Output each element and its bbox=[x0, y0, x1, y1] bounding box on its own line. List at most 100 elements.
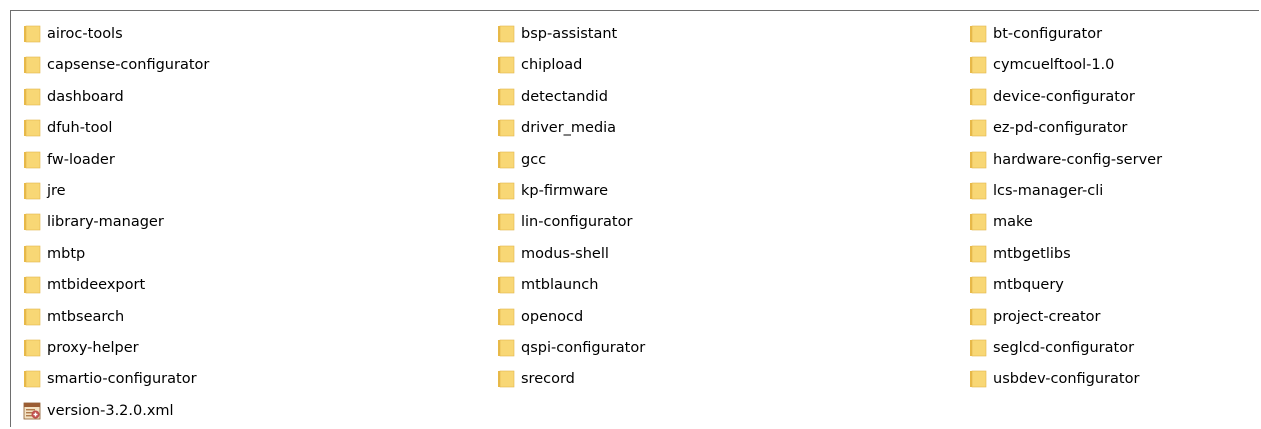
item-name: mtblaunch bbox=[521, 277, 599, 294]
folder-item[interactable]: device-configurator bbox=[969, 84, 1135, 110]
folder-item[interactable]: lin-configurator bbox=[497, 209, 632, 235]
folder-item[interactable]: jre bbox=[23, 178, 66, 204]
folder-item[interactable]: make bbox=[969, 209, 1033, 235]
folder-item[interactable]: gcc bbox=[497, 147, 546, 173]
folder-item[interactable]: qspi-configurator bbox=[497, 335, 645, 361]
folder-item[interactable]: mtbquery bbox=[969, 272, 1064, 298]
folder-icon bbox=[498, 214, 515, 231]
item-name: hardware-config-server bbox=[993, 151, 1163, 168]
item-name: srecord bbox=[521, 371, 575, 388]
folder-icon bbox=[970, 339, 987, 357]
folder-icon bbox=[970, 57, 987, 74]
item-name: dfuh-tool bbox=[47, 120, 113, 137]
folder-icon bbox=[970, 151, 987, 168]
file-item[interactable]: version-3.2.0.xml bbox=[23, 398, 174, 424]
item-name: dashboard bbox=[47, 88, 124, 105]
folder-item[interactable]: cymcuelftool-1.0 bbox=[969, 52, 1114, 78]
item-name: openocd bbox=[521, 308, 584, 325]
folder-item[interactable]: library-manager bbox=[23, 209, 164, 235]
folder-item[interactable]: ez-pd-configurator bbox=[969, 115, 1127, 141]
item-name: bsp-assistant bbox=[521, 26, 618, 42]
folder-item[interactable]: kp-firmware bbox=[497, 178, 608, 204]
folder-item[interactable]: detectandid bbox=[497, 84, 608, 110]
item-name: airoc-tools bbox=[47, 26, 123, 42]
folder-item[interactable]: seglcd-configurator bbox=[969, 335, 1134, 361]
folder-icon bbox=[24, 57, 41, 74]
file-list-pane: airoc-tools bsp-assistant bt-configurator c… bbox=[10, 10, 1259, 427]
folder-item[interactable]: mtbideexport bbox=[23, 272, 145, 298]
folder-item[interactable]: hardware-config-server bbox=[969, 147, 1162, 173]
folder-icon bbox=[24, 151, 41, 168]
folder-item[interactable]: bt-configurator bbox=[969, 21, 1102, 47]
folder-icon bbox=[498, 151, 515, 168]
folder-icon bbox=[970, 308, 987, 325]
item-name: ez-pd-configurator bbox=[993, 120, 1128, 137]
folder-item[interactable]: mtbgetlibs bbox=[969, 241, 1071, 267]
folder-icon bbox=[24, 214, 41, 231]
folder-item[interactable]: mtbsearch bbox=[23, 304, 124, 330]
item-name: lcs-manager-cli bbox=[993, 183, 1104, 199]
folder-icon bbox=[498, 25, 515, 43]
xml-file-icon bbox=[23, 402, 41, 420]
item-name: bt-configurator bbox=[993, 26, 1103, 42]
folder-item[interactable]: openocd bbox=[497, 304, 583, 330]
item-name: chipload bbox=[521, 57, 583, 74]
folder-icon bbox=[498, 119, 515, 137]
folder-icon bbox=[970, 119, 987, 137]
item-name: mtbideexport bbox=[47, 277, 146, 294]
folder-item[interactable]: proxy-helper bbox=[23, 335, 139, 361]
item-name: usbdev-configurator bbox=[993, 371, 1140, 388]
item-name: fw-loader bbox=[47, 151, 115, 168]
folder-item[interactable]: capsense-configurator bbox=[23, 52, 209, 78]
folder-item[interactable]: dashboard bbox=[23, 84, 124, 110]
folder-icon bbox=[970, 182, 987, 200]
folder-icon bbox=[498, 57, 515, 74]
folder-icon bbox=[24, 88, 41, 106]
item-name: mtbgetlibs bbox=[993, 245, 1071, 262]
item-name: mtbquery bbox=[993, 277, 1064, 294]
item-name: mtbsearch bbox=[47, 308, 125, 325]
folder-item[interactable]: airoc-tools bbox=[23, 21, 123, 47]
item-name: detectandid bbox=[521, 88, 608, 105]
item-name: kp-firmware bbox=[521, 183, 609, 199]
folder-icon bbox=[24, 371, 41, 388]
folder-item[interactable]: usbdev-configurator bbox=[969, 366, 1139, 392]
folder-icon bbox=[24, 25, 41, 43]
folder-item[interactable]: modus-shell bbox=[497, 241, 609, 267]
folder-item[interactable]: bsp-assistant bbox=[497, 21, 617, 47]
folder-icon bbox=[970, 276, 987, 294]
folder-icon bbox=[24, 339, 41, 357]
folder-icon bbox=[498, 276, 515, 294]
folder-icon bbox=[498, 339, 515, 357]
folder-icon bbox=[498, 308, 515, 325]
item-name: modus-shell bbox=[521, 245, 609, 262]
folder-item[interactable]: mtblaunch bbox=[497, 272, 598, 298]
folder-icon bbox=[970, 88, 987, 106]
item-name: proxy-helper bbox=[47, 340, 139, 356]
folder-item[interactable]: chipload bbox=[497, 52, 582, 78]
item-name: cymcuelftool-1.0 bbox=[993, 57, 1115, 74]
folder-icon bbox=[24, 119, 41, 137]
item-name: library-manager bbox=[47, 214, 164, 231]
folder-item[interactable]: dfuh-tool bbox=[23, 115, 112, 141]
folder-item[interactable]: smartio-configurator bbox=[23, 366, 197, 392]
item-name: project-creator bbox=[993, 308, 1101, 325]
folder-item[interactable]: srecord bbox=[497, 366, 575, 392]
folder-item[interactable]: lcs-manager-cli bbox=[969, 178, 1103, 204]
item-name: lin-configurator bbox=[521, 214, 633, 231]
folder-icon bbox=[970, 371, 987, 388]
item-name: qspi-configurator bbox=[521, 340, 646, 356]
folder-icon bbox=[970, 214, 987, 231]
item-name: driver_media bbox=[521, 120, 617, 137]
item-name: smartio-configurator bbox=[47, 371, 197, 388]
folder-icon bbox=[970, 245, 987, 263]
folder-item[interactable]: project-creator bbox=[969, 304, 1101, 330]
item-name: mbtp bbox=[47, 245, 86, 262]
item-name: device-configurator bbox=[993, 88, 1135, 105]
folder-icon bbox=[498, 182, 515, 200]
folder-item[interactable]: mbtp bbox=[23, 241, 85, 267]
folder-item[interactable]: fw-loader bbox=[23, 147, 115, 173]
folder-icon bbox=[24, 308, 41, 325]
folder-item[interactable]: driver_media bbox=[497, 115, 616, 141]
folder-icon bbox=[498, 88, 515, 106]
